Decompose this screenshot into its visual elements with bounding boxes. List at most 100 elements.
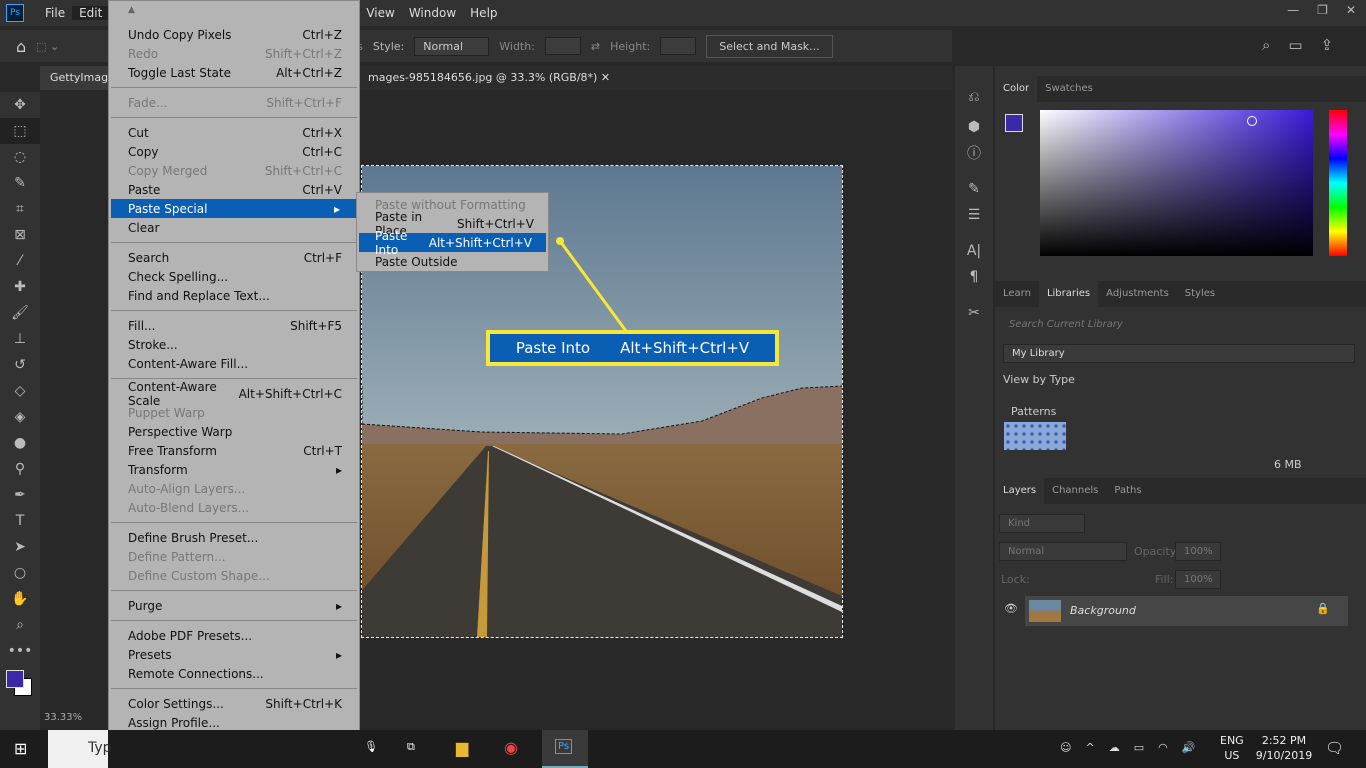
- menu-item-purge[interactable]: Purge ▸: [109, 596, 359, 615]
- select-and-mask-button[interactable]: Select and Mask...: [706, 34, 833, 58]
- menu-item-define-pattern[interactable]: Define Pattern...: [109, 547, 359, 566]
- patterns-section[interactable]: Patterns: [1011, 405, 1056, 418]
- menu-item-copy[interactable]: Copy Ctrl+C: [109, 142, 359, 161]
- clock[interactable]: 2:52 PM 9/10/2019: [1254, 733, 1314, 763]
- layer-name[interactable]: Background: [1070, 604, 1136, 617]
- menu-item-auto-align-layers[interactable]: Auto-Align Layers...: [109, 479, 359, 498]
- visibility-eye-icon[interactable]: 👁: [1004, 602, 1018, 615]
- dodge-tool-icon[interactable]: ⚲: [0, 456, 40, 482]
- tab-document-2[interactable]: mages-985184656.jpg @ 33.3% (RGB/8*) ✕: [358, 66, 620, 90]
- zoom-level[interactable]: 33.33%: [44, 712, 84, 723]
- color-swatches[interactable]: [0, 664, 40, 704]
- close-tab-icon[interactable]: ✕: [601, 71, 610, 84]
- workspace-icon[interactable]: ▭: [1288, 36, 1302, 54]
- wifi-icon[interactable]: ◠: [1158, 741, 1168, 754]
- marquee-tool-icon[interactable]: ⬚: [0, 118, 40, 144]
- view-by-type[interactable]: View by Type: [1003, 373, 1075, 386]
- menu-item-undo-copy-pixels[interactable]: Undo Copy Pixels Ctrl+Z: [109, 25, 359, 44]
- menu-item-fade[interactable]: Fade... Shift+Ctrl+F: [109, 93, 359, 112]
- marquee-preset-icon[interactable]: ⬚ ⌄: [36, 40, 59, 53]
- stamp-tool-icon[interactable]: ⊥: [0, 326, 40, 352]
- library-select[interactable]: My Library: [1003, 344, 1355, 363]
- task-view-icon[interactable]: ⧉: [407, 740, 415, 754]
- home-icon[interactable]: ⌂: [16, 37, 26, 56]
- tools-preset-icon[interactable]: ✂: [955, 300, 993, 326]
- tab-libraries[interactable]: Libraries: [1038, 281, 1099, 307]
- crop-tool-icon[interactable]: ⌗: [0, 196, 40, 222]
- history-brush-icon[interactable]: ↺: [0, 352, 40, 378]
- microphone-icon[interactable]: 🎙: [364, 740, 378, 753]
- menu-item-free-transform[interactable]: Free Transform Ctrl+T: [109, 441, 359, 460]
- menu-item-presets[interactable]: Presets ▸: [109, 645, 359, 664]
- menu-item-stroke[interactable]: Stroke...: [109, 335, 359, 354]
- character-icon[interactable]: A|: [955, 238, 993, 264]
- more-tools-icon[interactable]: •••: [0, 638, 40, 664]
- swap-icon[interactable]: ⇄: [591, 40, 600, 53]
- menu-item-define-brush-preset[interactable]: Define Brush Preset...: [109, 528, 359, 547]
- menu-item-paste[interactable]: Paste Ctrl+V: [109, 180, 359, 199]
- tab-adjustments[interactable]: Adjustments: [1098, 281, 1177, 307]
- move-tool-icon[interactable]: ✥: [0, 92, 40, 118]
- tab-paths[interactable]: Paths: [1106, 478, 1149, 504]
- scroll-up-icon[interactable]: ▲: [109, 5, 359, 25]
- history-icon[interactable]: ⎌: [955, 84, 993, 110]
- style-select[interactable]: Normal: [414, 36, 490, 56]
- tab-learn[interactable]: Learn: [995, 281, 1039, 307]
- bucket-tool-icon[interactable]: ◈: [0, 404, 40, 430]
- menu-item-auto-blend-layers[interactable]: Auto-Blend Layers...: [109, 498, 359, 517]
- foreground-color-swatch[interactable]: [1005, 114, 1023, 132]
- menu-item-remote-connections[interactable]: Remote Connections...: [109, 664, 359, 683]
- menu-item-paste-outside[interactable]: Paste Outside: [357, 252, 548, 271]
- width-input[interactable]: [544, 37, 581, 55]
- menu-file[interactable]: File: [38, 6, 72, 20]
- pen-tool-icon[interactable]: ✒: [0, 482, 40, 508]
- menu-item-paste-special[interactable]: Paste Special ▸: [111, 199, 357, 218]
- quick-select-tool-icon[interactable]: ✎: [0, 170, 40, 196]
- 3d-icon[interactable]: ⬢: [955, 114, 993, 140]
- blur-tool-icon[interactable]: ●: [0, 430, 40, 456]
- tab-channels[interactable]: Channels: [1044, 478, 1106, 504]
- frame-tool-icon[interactable]: ⊠: [0, 222, 40, 248]
- menu-window[interactable]: Window: [402, 6, 463, 20]
- tab-document-1[interactable]: GettyImag: [40, 66, 119, 90]
- blend-mode-select[interactable]: Normal: [999, 542, 1127, 561]
- menu-item-find-and-replace-text[interactable]: Find and Replace Text...: [109, 286, 359, 305]
- file-explorer-icon[interactable]: ▆: [456, 738, 468, 757]
- paragraph-icon[interactable]: ¶: [955, 264, 993, 290]
- battery-icon[interactable]: ▭: [1134, 741, 1144, 754]
- tab-styles[interactable]: Styles: [1177, 281, 1223, 307]
- menu-item-color-settings[interactable]: Color Settings... Shift+Ctrl+K: [109, 694, 359, 713]
- lasso-tool-icon[interactable]: ◌: [0, 144, 40, 170]
- people-icon[interactable]: ☺: [1060, 741, 1071, 754]
- menu-item-paste-into[interactable]: Paste Into Alt+Shift+Ctrl+V: [359, 229, 546, 257]
- menu-item-content-aware-fill[interactable]: Content-Aware Fill...: [109, 354, 359, 373]
- eyedropper-tool-icon[interactable]: ⁄: [0, 248, 40, 274]
- type-tool-icon[interactable]: T: [0, 508, 40, 534]
- adjustments-icon[interactable]: ☰: [955, 202, 993, 228]
- ellipse-tool-icon[interactable]: ○: [0, 560, 40, 586]
- menu-item-fill[interactable]: Fill... Shift+F5: [109, 316, 359, 335]
- zoom-tool-icon[interactable]: ⌕: [0, 612, 40, 638]
- menu-item-copy-merged[interactable]: Copy Merged Shift+Ctrl+C: [109, 161, 359, 180]
- close-icon[interactable]: ✕: [1346, 3, 1356, 17]
- volume-icon[interactable]: 🔊: [1182, 741, 1196, 754]
- tab-swatches[interactable]: Swatches: [1037, 76, 1101, 102]
- language[interactable]: ENG US: [1220, 733, 1244, 763]
- search-icon[interactable]: ⌕: [1262, 36, 1270, 54]
- onedrive-icon[interactable]: ☁: [1109, 741, 1120, 754]
- chevron-up-icon[interactable]: ^: [1085, 741, 1094, 754]
- menu-item-redo[interactable]: Redo Shift+Ctrl+Z: [109, 44, 359, 63]
- menu-item-transform[interactable]: Transform ▸: [109, 460, 359, 479]
- pattern-thumbnail[interactable]: [1004, 422, 1066, 450]
- brushes-icon[interactable]: ✎: [955, 176, 993, 202]
- minimize-icon[interactable]: —: [1287, 3, 1299, 17]
- photoshop-taskbar-button[interactable]: Ps: [542, 730, 588, 768]
- path-select-tool-icon[interactable]: ➤: [0, 534, 40, 560]
- notifications-icon[interactable]: 🗨: [1325, 739, 1344, 757]
- menu-item-content-aware-scale[interactable]: Content-Aware Scale Alt+Shift+Ctrl+C: [109, 380, 359, 408]
- menu-item-adobe-pdf-presets[interactable]: Adobe PDF Presets...: [109, 626, 359, 645]
- menu-help[interactable]: Help: [463, 6, 504, 20]
- menu-edit[interactable]: Edit: [72, 6, 110, 20]
- restore-icon[interactable]: ❐: [1317, 3, 1328, 17]
- brush-tool-icon[interactable]: 🖌: [0, 300, 40, 326]
